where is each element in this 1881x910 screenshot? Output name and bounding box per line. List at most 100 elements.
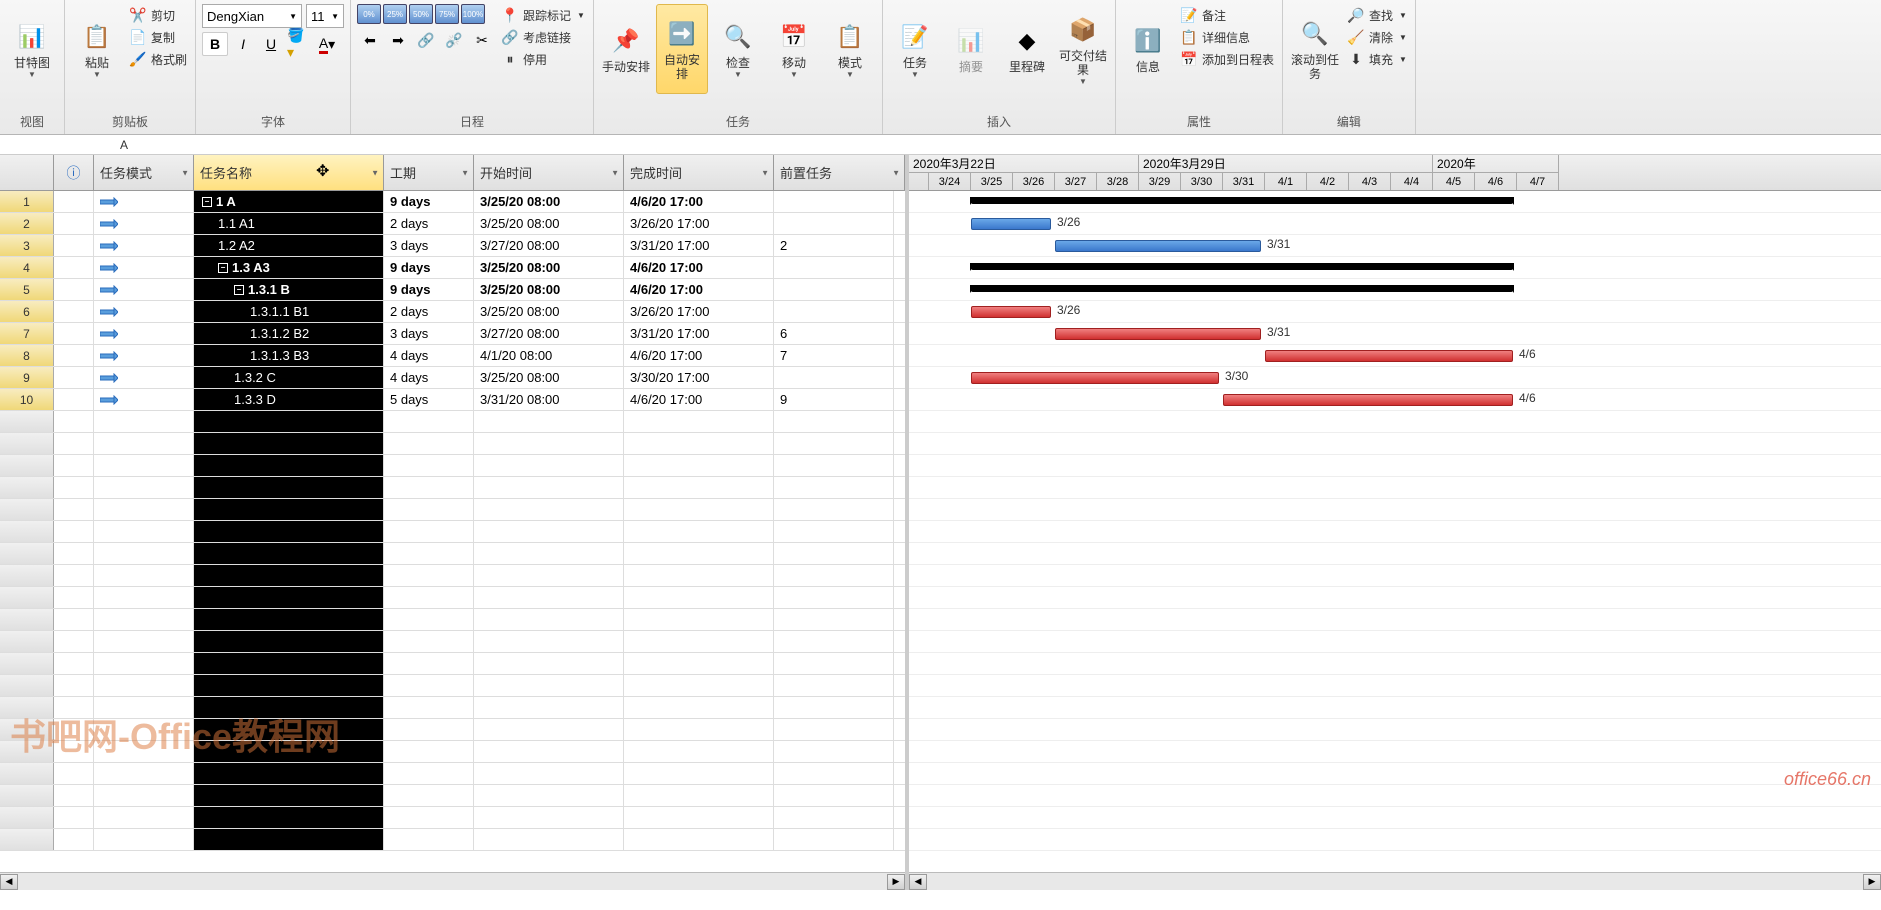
table-row-empty[interactable] <box>0 829 905 851</box>
predecessor-cell[interactable]: 9 <box>774 389 894 410</box>
duration-cell[interactable]: 9 days <box>384 191 474 212</box>
grid-scrollbar-h[interactable]: ◀ ▶ <box>0 872 905 890</box>
row-number[interactable] <box>0 521 54 542</box>
gantt-row-empty[interactable] <box>909 719 1881 741</box>
scroll-left-button[interactable]: ◀ <box>0 874 18 890</box>
col-predecessors[interactable]: 前置任务▼ <box>774 155 905 190</box>
gantt-bar-summary[interactable] <box>971 197 1513 204</box>
mode-cell[interactable] <box>94 213 194 234</box>
gantt-row-empty[interactable] <box>909 433 1881 455</box>
gantt-bar-blue[interactable] <box>971 218 1051 230</box>
fill-color-button[interactable]: 🪣▾ <box>286 32 312 56</box>
duration-cell[interactable]: 4 days <box>384 367 474 388</box>
select-all-corner[interactable] <box>0 155 54 190</box>
gantt-row-empty[interactable] <box>909 455 1881 477</box>
table-row-empty[interactable] <box>0 697 905 719</box>
italic-button[interactable]: I <box>230 32 256 56</box>
gantt-day-header[interactable]: 3/31 <box>1223 173 1265 190</box>
start-cell[interactable]: 3/25/20 08:00 <box>474 257 624 278</box>
row-number[interactable]: 8 <box>0 345 54 366</box>
gantt-row-empty[interactable] <box>909 565 1881 587</box>
start-cell[interactable]: 3/27/20 08:00 <box>474 323 624 344</box>
name-cell[interactable]: 1.3.1.3 B3 <box>194 345 384 366</box>
link-button[interactable]: 🔗 <box>413 28 439 52</box>
finish-cell[interactable]: 3/26/20 17:00 <box>624 301 774 322</box>
predecessor-cell[interactable] <box>774 279 894 300</box>
scroll-to-task-button[interactable]: 🔍滚动到任务 <box>1289 4 1341 94</box>
font-size-select[interactable]: 11▼ <box>306 4 344 28</box>
scroll-right-button[interactable]: ▶ <box>1863 874 1881 890</box>
underline-button[interactable]: U <box>258 32 284 56</box>
unlink-button[interactable]: ⛓️‍💥 <box>441 28 467 52</box>
table-row-empty[interactable] <box>0 565 905 587</box>
row-number[interactable]: 1 <box>0 191 54 212</box>
info-cell[interactable] <box>54 389 94 410</box>
details-button[interactable]: 📋详细信息 <box>1178 26 1276 48</box>
mode-cell[interactable] <box>94 279 194 300</box>
duration-cell[interactable]: 4 days <box>384 345 474 366</box>
pct-75-button[interactable]: 75% <box>435 4 459 24</box>
table-row[interactable]: 61.3.1.1 B12 days3/25/20 08:003/26/20 17… <box>0 301 905 323</box>
duration-cell[interactable]: 3 days <box>384 323 474 344</box>
start-cell[interactable]: 3/25/20 08:00 <box>474 367 624 388</box>
mode-cell[interactable] <box>94 389 194 410</box>
gantt-scrollbar-h[interactable]: ◀ ▶ <box>909 872 1881 890</box>
track-mark-button[interactable]: 📍跟踪标记▼ <box>499 4 587 26</box>
pause-button[interactable]: ⏸停用 <box>499 48 587 70</box>
gantt-day-header[interactable]: 4/4 <box>1391 173 1433 190</box>
gantt-view-button[interactable]: 📊 甘特图 ▼ <box>6 4 58 94</box>
format-painter-button[interactable]: 🖌️格式刷 <box>127 48 189 70</box>
gantt-bar-summary[interactable] <box>971 263 1513 270</box>
milestone-button[interactable]: ◆里程碑 <box>1001 4 1053 94</box>
font-color-button[interactable]: A▾ <box>314 32 340 56</box>
table-row-empty[interactable] <box>0 521 905 543</box>
row-number[interactable] <box>0 829 54 850</box>
gantt-row-empty[interactable] <box>909 631 1881 653</box>
start-cell[interactable]: 4/1/20 08:00 <box>474 345 624 366</box>
grid-body[interactable]: 1−1 A9 days3/25/20 08:004/6/20 17:0021.1… <box>0 191 905 872</box>
name-cell[interactable]: 1.3.1.1 B1 <box>194 301 384 322</box>
gantt-bar-red[interactable] <box>971 306 1051 318</box>
row-number[interactable]: 2 <box>0 213 54 234</box>
finish-cell[interactable]: 4/6/20 17:00 <box>624 191 774 212</box>
duration-cell[interactable]: 9 days <box>384 257 474 278</box>
notes-button[interactable]: 📝备注 <box>1178 4 1276 26</box>
gantt-row-empty[interactable] <box>909 653 1881 675</box>
deliverable-button[interactable]: 📦可交付结果▼ <box>1057 4 1109 94</box>
info-button[interactable]: ℹ️信息 <box>1122 4 1174 94</box>
gantt-day-header[interactable]: 3/24 <box>929 173 971 190</box>
gantt-row[interactable]: 3/26 <box>909 301 1881 323</box>
gantt-row-empty[interactable] <box>909 477 1881 499</box>
col-name[interactable]: 任务名称 ▼ ✥ <box>194 155 384 190</box>
duration-cell[interactable]: 9 days <box>384 279 474 300</box>
info-cell[interactable] <box>54 213 94 234</box>
mode-cell[interactable] <box>94 257 194 278</box>
name-cell[interactable]: 1.3.3 D <box>194 389 384 410</box>
finish-cell[interactable]: 3/26/20 17:00 <box>624 213 774 234</box>
info-cell[interactable] <box>54 235 94 256</box>
name-cell[interactable]: −1.3 A3 <box>194 257 384 278</box>
fill-button[interactable]: ⬇填充▼ <box>1345 48 1409 70</box>
row-number[interactable]: 5 <box>0 279 54 300</box>
gantt-bar-red[interactable] <box>1265 350 1513 362</box>
mode-cell[interactable] <box>94 191 194 212</box>
table-row-empty[interactable] <box>0 675 905 697</box>
gantt-bar-red[interactable] <box>971 372 1219 384</box>
auto-schedule-button[interactable]: ➡️自动安排 <box>656 4 708 94</box>
formula-bar[interactable]: A <box>0 135 1881 155</box>
row-number[interactable] <box>0 675 54 696</box>
gantt-row-empty[interactable] <box>909 807 1881 829</box>
gantt-row-empty[interactable] <box>909 763 1881 785</box>
col-finish[interactable]: 完成时间▼ <box>624 155 774 190</box>
row-number[interactable]: 9 <box>0 367 54 388</box>
row-number[interactable] <box>0 411 54 432</box>
gantt-day-header[interactable]: 3/29 <box>1139 173 1181 190</box>
gantt-day-header[interactable]: 4/2 <box>1307 173 1349 190</box>
mode-cell[interactable] <box>94 367 194 388</box>
gantt-row-empty[interactable] <box>909 609 1881 631</box>
finish-cell[interactable]: 3/31/20 17:00 <box>624 323 774 344</box>
find-button[interactable]: 🔎查找▼ <box>1345 4 1409 26</box>
gantt-row-empty[interactable] <box>909 785 1881 807</box>
split-button[interactable]: ✂ <box>469 28 495 52</box>
row-number[interactable] <box>0 741 54 762</box>
